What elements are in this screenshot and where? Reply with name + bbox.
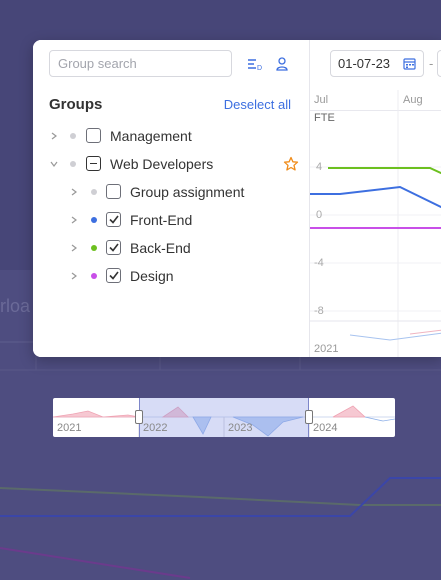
group-filter-pane: D Groups Deselect all Management [33, 40, 309, 357]
y-tick-label: -4 [314, 257, 324, 269]
chevron-right-icon[interactable] [49, 131, 59, 141]
chevron-right-icon[interactable] [69, 243, 79, 253]
timeline-year-label: 2023 [228, 422, 253, 434]
back-end-series-line [328, 167, 441, 175]
group-checkbox[interactable] [106, 184, 121, 199]
deselect-all-link[interactable]: Deselect all [224, 97, 291, 112]
chevron-right-icon[interactable] [69, 215, 79, 225]
group-checkbox-checked[interactable] [106, 268, 121, 283]
background-label: rloa [0, 296, 31, 316]
group-label: Back-End [130, 240, 191, 256]
timeline-scrubber[interactable]: 2021 2022 2023 2024 [53, 398, 395, 437]
group-checkbox-checked[interactable] [106, 240, 121, 255]
date-range-separator: - [429, 56, 434, 71]
group-row-group-assignment[interactable]: Group assignment [33, 179, 309, 205]
group-search-input[interactable] [49, 50, 232, 77]
front-end-series-line [310, 185, 441, 209]
timeline-right-handle[interactable] [305, 410, 313, 424]
group-label: Management [110, 128, 192, 144]
group-color-dot [70, 133, 76, 139]
group-row-front-end[interactable]: Front-End [33, 207, 309, 233]
y-tick-label: 4 [316, 161, 323, 173]
unit-label: FTE [314, 112, 335, 124]
timeline-year-label: 2021 [57, 422, 82, 434]
start-date-value: 01-07-23 [338, 56, 391, 71]
end-date-input[interactable] [437, 50, 441, 77]
group-color-dot [91, 217, 97, 223]
chevron-down-icon[interactable] [49, 159, 59, 169]
chevron-right-icon[interactable] [69, 271, 79, 281]
overview-sparkline [349, 332, 441, 341]
group-checkbox-indeterminate[interactable] [86, 156, 101, 171]
chevron-right-icon[interactable] [69, 187, 79, 197]
group-label: Group assignment [130, 184, 245, 200]
group-color-dot [91, 273, 97, 279]
chart-pane: 01-07-23 - Jul Aug FTE 4 0 -4 -8 2021 [310, 40, 441, 357]
group-color-dot [91, 189, 97, 195]
group-color-dot [70, 161, 76, 167]
group-row-web-developers[interactable]: Web Developers [33, 151, 309, 177]
svg-text:D: D [257, 65, 262, 71]
start-date-input[interactable]: 01-07-23 [330, 50, 424, 77]
group-label: Front-End [130, 212, 193, 228]
y-tick-label: -8 [314, 305, 324, 317]
fte-chart [310, 90, 441, 357]
groups-title: Groups [49, 96, 103, 113]
timeline-left-handle[interactable] [135, 410, 143, 424]
group-label: Design [130, 268, 174, 284]
group-color-dot [91, 245, 97, 251]
user-icon[interactable] [272, 54, 292, 74]
group-row-back-end[interactable]: Back-End [33, 235, 309, 261]
group-checkbox[interactable] [86, 128, 101, 143]
y-tick-label: 0 [316, 209, 323, 221]
overview-year-label: 2021 [314, 343, 339, 355]
group-label: Web Developers [110, 156, 214, 172]
group-row-management[interactable]: Management [33, 123, 309, 149]
timeline-year-label: 2024 [313, 422, 338, 434]
group-filter-popup: D Groups Deselect all Management [33, 40, 441, 357]
calendar-icon[interactable] [403, 57, 416, 70]
group-checkbox-checked[interactable] [106, 212, 121, 227]
timeline-year-label: 2022 [143, 422, 168, 434]
favorite-star-icon[interactable] [283, 156, 299, 172]
sort-list-icon[interactable]: D [245, 54, 265, 74]
group-row-design[interactable]: Design [33, 263, 309, 289]
